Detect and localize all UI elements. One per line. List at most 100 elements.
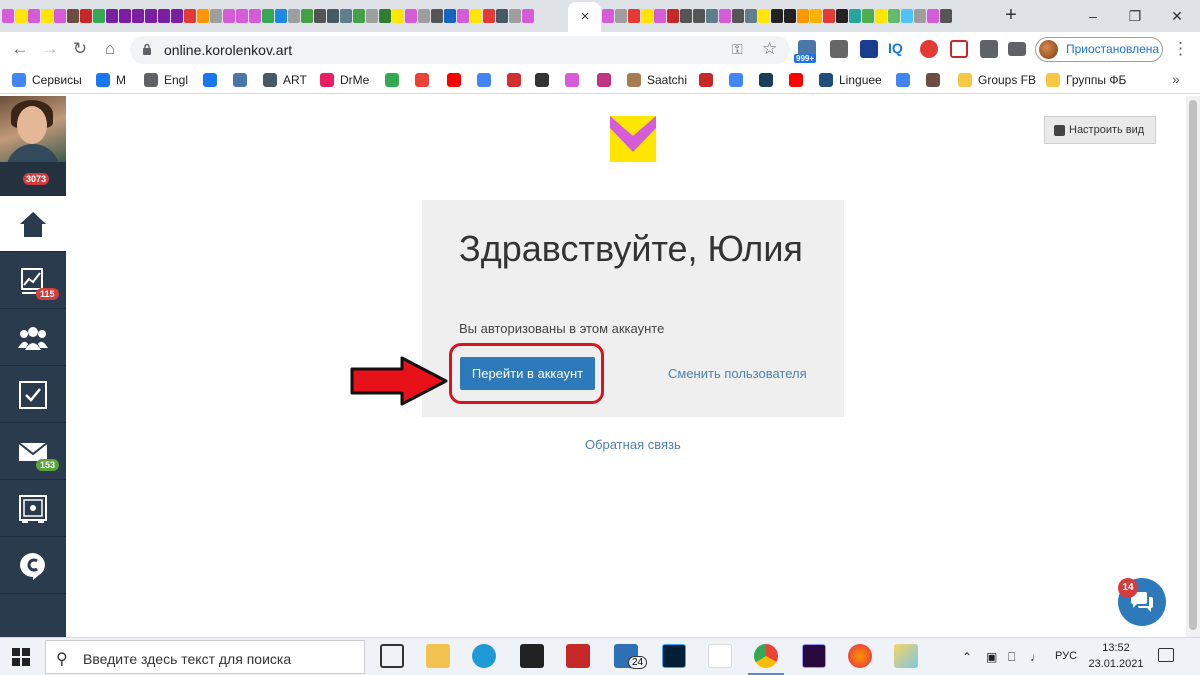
tab-favicon-icon[interactable]: [158, 9, 170, 23]
tab-favicon-icon[interactable]: [366, 9, 378, 23]
tab-favicon-icon[interactable]: [615, 9, 627, 23]
tab-favicon-icon[interactable]: [54, 9, 66, 23]
tab-favicon-icon[interactable]: [28, 9, 40, 23]
volume-icon[interactable]: ♩: [1030, 650, 1042, 664]
bookmark-item[interactable]: ART: [263, 71, 307, 89]
paint-icon[interactable]: [894, 644, 918, 668]
tab-favicon-icon[interactable]: [810, 9, 822, 23]
close-tab-icon[interactable]: ×: [574, 6, 596, 28]
tray-chevron-icon[interactable]: ⌃: [962, 650, 972, 664]
bookmark-item[interactable]: [597, 71, 617, 89]
tab-favicon-icon[interactable]: [132, 9, 144, 23]
tab-favicon-icon[interactable]: [667, 9, 679, 23]
key-icon[interactable]: ⚿: [732, 41, 743, 58]
tab-favicon-icon[interactable]: [197, 9, 209, 23]
tab-favicon-icon[interactable]: [522, 9, 534, 23]
tab-favicon-row[interactable]: [2, 7, 567, 25]
tab-favicon-icon[interactable]: [171, 9, 183, 23]
tab-favicon-icon[interactable]: [862, 9, 874, 23]
tab-favicon-icon[interactable]: [93, 9, 105, 23]
customize-view-button[interactable]: Настроить вид: [1044, 116, 1156, 144]
tab-favicon-icon[interactable]: [2, 9, 14, 23]
tab-favicon-icon[interactable]: [327, 9, 339, 23]
pocket-extension-icon[interactable]: [950, 40, 968, 58]
language-indicator[interactable]: РУС: [1055, 650, 1077, 662]
user-avatar[interactable]: [0, 96, 66, 162]
address-bar[interactable]: online.korolenkov.art ⚿ ☆: [130, 36, 790, 64]
bookmark-item[interactable]: [789, 71, 809, 89]
tab-favicon-icon[interactable]: [41, 9, 53, 23]
tab-favicon-icon[interactable]: [719, 9, 731, 23]
active-tab[interactable]: ×: [568, 2, 601, 32]
photoshop-icon[interactable]: [662, 644, 686, 668]
tab-favicon-icon[interactable]: [927, 9, 939, 23]
tab-favicon-icon[interactable]: [353, 9, 365, 23]
bookmark-star-icon[interactable]: ☆: [762, 39, 777, 59]
tab-favicon-icon[interactable]: [262, 9, 274, 23]
forward-icon[interactable]: →: [38, 37, 62, 61]
restore-icon[interactable]: ❐: [1122, 4, 1148, 28]
bookmark-item[interactable]: Groups FB: [958, 71, 1036, 89]
tab-favicon-icon[interactable]: [418, 9, 430, 23]
tab-favicon-icon[interactable]: [602, 9, 614, 23]
premiere-icon[interactable]: [802, 644, 826, 668]
tab-favicon-icon[interactable]: [145, 9, 157, 23]
new-tab-button[interactable]: +: [1000, 5, 1022, 27]
tab-favicon-icon[interactable]: [823, 9, 835, 23]
bookmark-item[interactable]: [233, 71, 253, 89]
opera-extension-icon[interactable]: [920, 40, 938, 58]
tab-favicon-icon[interactable]: [15, 9, 27, 23]
bookmark-item[interactable]: Группы ФБ: [1046, 71, 1126, 89]
tray-meet-icon[interactable]: ▣: [986, 650, 997, 664]
tab-favicon-icon[interactable]: [496, 9, 508, 23]
app-icon[interactable]: [566, 644, 590, 668]
tab-favicon-row-right[interactable]: [602, 7, 984, 25]
tab-favicon-icon[interactable]: [301, 9, 313, 23]
points-counter[interactable]: 3073: [0, 162, 66, 196]
bookmark-item[interactable]: [507, 71, 527, 89]
tab-favicon-icon[interactable]: [888, 9, 900, 23]
reading-list-icon[interactable]: [1008, 42, 1026, 56]
yandex-browser-icon[interactable]: [708, 644, 732, 668]
clock-date[interactable]: 23.01.2021: [1086, 658, 1146, 670]
bookmark-item[interactable]: Engl: [144, 71, 188, 89]
tab-favicon-icon[interactable]: [628, 9, 640, 23]
chrome-icon[interactable]: [748, 644, 784, 675]
tab-favicon-icon[interactable]: [654, 9, 666, 23]
tab-favicon-icon[interactable]: [836, 9, 848, 23]
tab-favicon-icon[interactable]: [732, 9, 744, 23]
tab-favicon-icon[interactable]: [106, 9, 118, 23]
page-scrollbar[interactable]: [1186, 96, 1200, 637]
tab-favicon-icon[interactable]: [901, 9, 913, 23]
tab-favicon-icon[interactable]: [314, 9, 326, 23]
tab-favicon-icon[interactable]: [210, 9, 222, 23]
download-icon[interactable]: [830, 40, 848, 58]
tab-favicon-icon[interactable]: [509, 9, 521, 23]
feedback-link[interactable]: Обратная связь: [585, 437, 681, 452]
browser-menu-icon[interactable]: ⋮: [1172, 39, 1189, 59]
sidebar-item-mail[interactable]: 153: [0, 424, 66, 480]
tab-favicon-icon[interactable]: [405, 9, 417, 23]
tab-favicon-icon[interactable]: [457, 9, 469, 23]
more-bookmarks-icon[interactable]: »: [1172, 71, 1180, 87]
close-window-icon[interactable]: ✕: [1164, 4, 1190, 28]
tab-favicon-icon[interactable]: [745, 9, 757, 23]
tab-favicon-icon[interactable]: [680, 9, 692, 23]
tab-favicon-icon[interactable]: [940, 9, 952, 23]
tab-favicon-icon[interactable]: [184, 9, 196, 23]
tab-favicon-icon[interactable]: [784, 9, 796, 23]
sidebar-item-safe[interactable]: [0, 481, 66, 537]
bookmark-item[interactable]: DrMe: [320, 71, 369, 89]
bookmark-item[interactable]: [447, 71, 467, 89]
tab-favicon-icon[interactable]: [119, 9, 131, 23]
save-extension-icon[interactable]: [860, 40, 878, 58]
scroll-thumb[interactable]: [1189, 100, 1197, 630]
bookmark-item[interactable]: [699, 71, 719, 89]
tab-favicon-icon[interactable]: [483, 9, 495, 23]
tab-favicon-icon[interactable]: [849, 9, 861, 23]
minimize-icon[interactable]: –: [1080, 4, 1106, 28]
sidebar-item-chat[interactable]: [0, 538, 66, 594]
tab-favicon-icon[interactable]: [470, 9, 482, 23]
store-icon[interactable]: [520, 644, 544, 668]
tab-favicon-icon[interactable]: [706, 9, 718, 23]
